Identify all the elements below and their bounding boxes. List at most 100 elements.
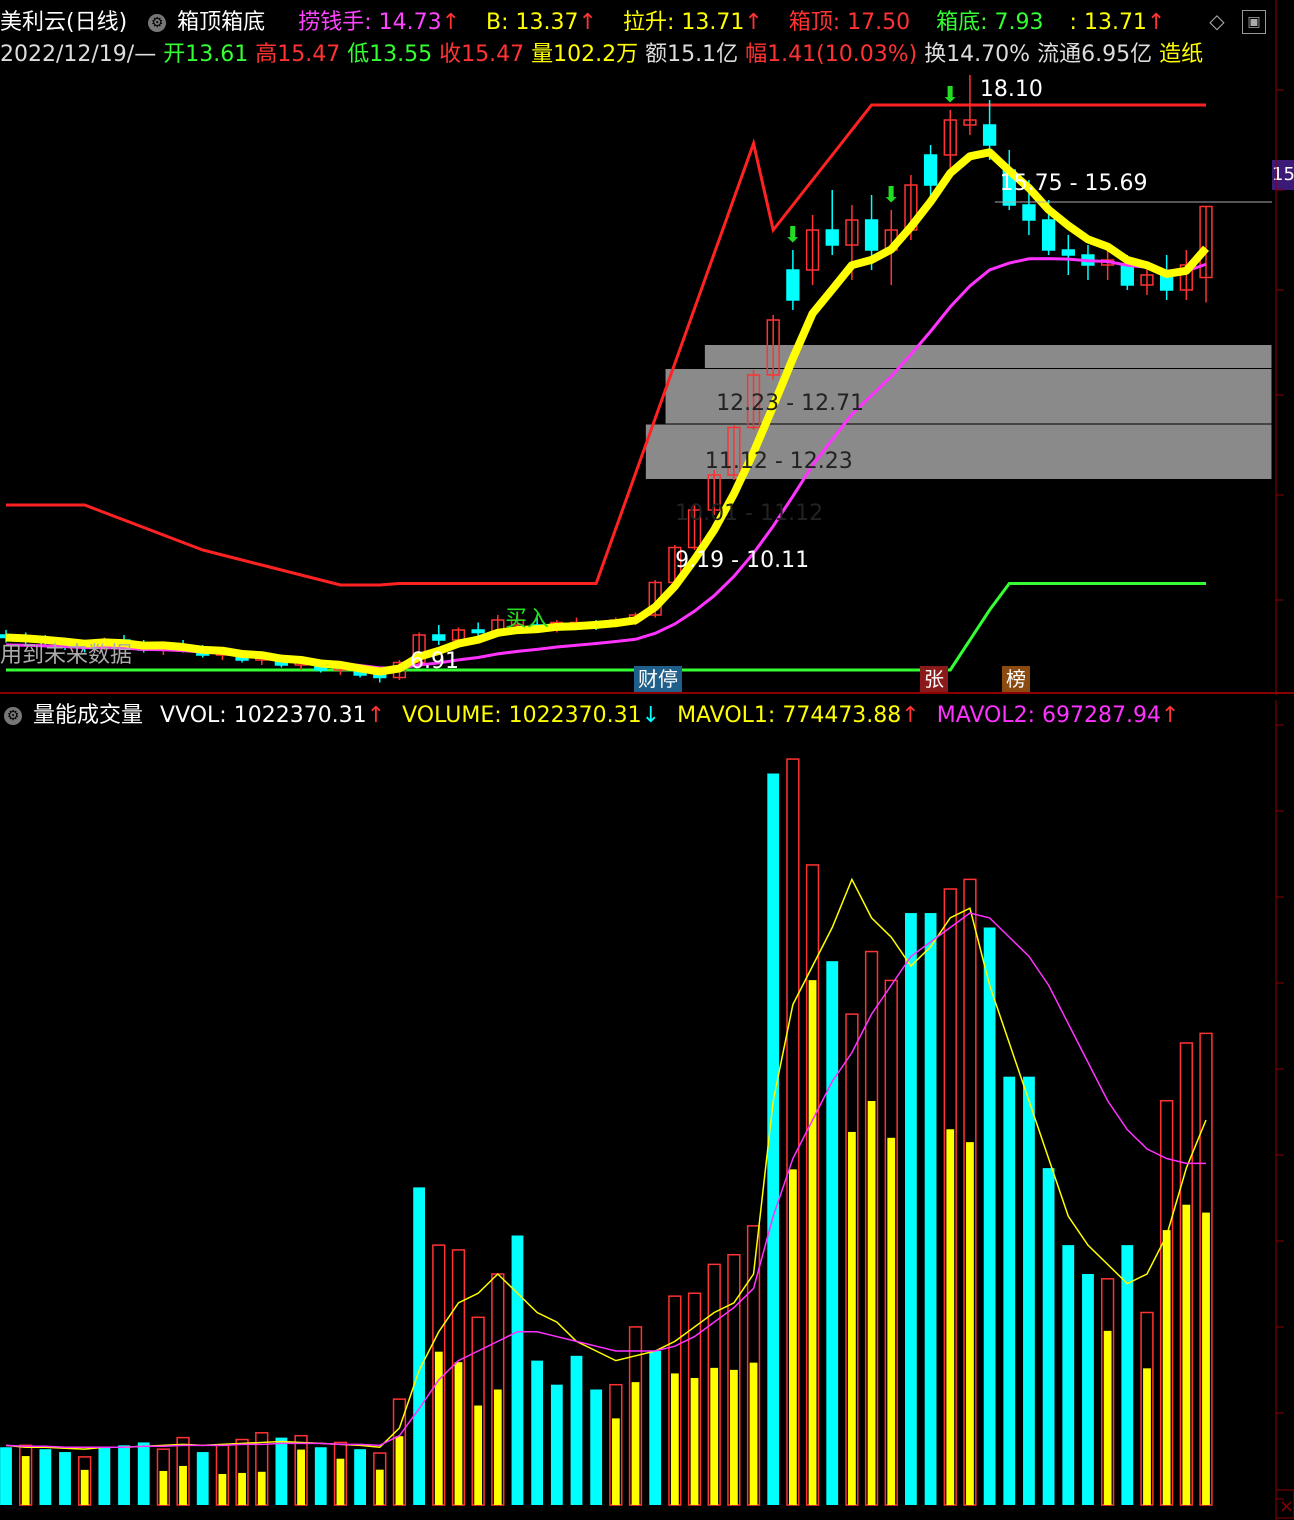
volume-bar-inner [1103, 1330, 1112, 1505]
volume-bar-up [668, 1295, 682, 1506]
volume-bar-down [590, 1389, 603, 1505]
volume-bar-inner [474, 1405, 483, 1505]
volume-bar-down [1062, 1245, 1075, 1505]
volume-bar-up [451, 1249, 466, 1506]
volume-settings-gear-icon[interactable]: ⚙ [4, 707, 22, 725]
volume-bar-down [570, 1355, 583, 1505]
volume-bar-inner [887, 1137, 896, 1505]
volume-bar-down [649, 1351, 662, 1505]
volume-bar-up [1100, 1278, 1115, 1506]
volume-bar-inner [808, 980, 817, 1505]
volume-bar-up [78, 1456, 92, 1506]
volume-bar-up [845, 1013, 859, 1506]
sell-signal-arrow-icon: ⬇ [784, 223, 802, 248]
volume-bar-inner [611, 1418, 620, 1505]
volume-bar-up [1140, 1311, 1154, 1506]
volume-bar-up [471, 1316, 485, 1506]
volume-bar-down [1082, 1274, 1094, 1505]
candle-body [786, 269, 800, 301]
volume-bar-inner [1162, 1230, 1171, 1505]
sell-signal-arrow-icon: ⬇ [941, 83, 959, 108]
zone2-label: 11.12 - 12.23 [705, 449, 853, 474]
volume-bar-down [924, 913, 937, 1505]
mavol2-line [5, 912, 1206, 1448]
volume-bar-down [905, 913, 917, 1505]
volume-bar-inner [690, 1377, 699, 1505]
volume-bars [0, 758, 1213, 1506]
volume-bar-inner [867, 1100, 876, 1505]
volume-value: VOLUME: 1022370.31↓ [402, 703, 660, 728]
volume-bar-down [1121, 1245, 1134, 1505]
volume-bar-up [491, 1273, 505, 1506]
volume-bar-up [687, 1292, 702, 1506]
candle-body [471, 629, 485, 634]
volume-bar-up [1160, 1100, 1174, 1506]
vvol-text: VVOL: 1022370.31 [160, 703, 367, 728]
volume-bar-inner [238, 1472, 246, 1505]
volume-bar-up [746, 1225, 761, 1506]
volume-bar-inner [454, 1362, 463, 1505]
range-label: 15.75 - 15.69 [1000, 171, 1148, 196]
volume-bar-up [432, 1244, 446, 1506]
volume-bar-up [963, 878, 977, 1506]
volume-bar-up [864, 950, 879, 1506]
volume-bar-up [333, 1441, 348, 1506]
mavol2-text: MAVOL2: 697287.94 [936, 703, 1161, 728]
volume-bar-inner [729, 1369, 738, 1505]
volume-bar-up [786, 758, 800, 1506]
up-arrow-icon: ↑ [366, 703, 386, 728]
volume-bar-inner [218, 1473, 227, 1505]
up-arrow-icon: ↑ [901, 703, 920, 728]
volume-bar-down [275, 1437, 288, 1505]
volume-bar-inner [1202, 1212, 1210, 1505]
volume-bar-inner [375, 1469, 384, 1505]
volume-bar-up [156, 1448, 171, 1506]
volume-bar-inner [21, 1456, 30, 1505]
volume-bar-inner [1143, 1368, 1151, 1505]
volume-bar-down [137, 1442, 150, 1505]
volume-bar-inner [257, 1471, 266, 1505]
volume-bar-up [943, 888, 957, 1506]
volume-bar-down [314, 1447, 327, 1505]
volume-bar-down [196, 1452, 209, 1505]
volume-bar-down [39, 1449, 52, 1505]
price-chart[interactable]: ⬇ ⬇ ⬇ 18.10 15.75 - 15.69 6.91 买入用到未来数据 12.23 -… [0, 0, 1294, 695]
volume-bar-inner [631, 1382, 640, 1505]
event-badge-suspend[interactable]: 财停 [634, 666, 682, 692]
volume-bar-down [767, 773, 780, 1505]
close-pane-x-icon: × [1279, 1496, 1294, 1517]
volume-bar-down [1003, 1076, 1016, 1505]
volume-bar-up [373, 1452, 387, 1506]
volume-bar-inner [749, 1362, 758, 1505]
volume-bar-inner [788, 1169, 797, 1505]
volume-bar-down [983, 927, 996, 1505]
event-badge-limit-up[interactable]: 张 [920, 666, 948, 692]
zone1-label: 12.23 - 12.71 [716, 391, 864, 416]
volume-bar-up [19, 1444, 33, 1506]
up-arrow-icon: ↑ [1160, 703, 1180, 728]
mavol1-value: MAVOL1: 774473.88↑ [677, 703, 920, 728]
volume-bar-inner [966, 1142, 974, 1505]
volume-bar-up [392, 1398, 407, 1506]
volume-indicator-name[interactable]: 量能成交量 [33, 697, 143, 729]
vvol-value: VVOL: 1022370.31↑ [160, 703, 385, 728]
volume-bar-inner [670, 1373, 679, 1505]
candle-body [1022, 204, 1036, 221]
volume-bar-down [826, 961, 839, 1505]
sell-signal-arrow-icon: ⬇ [882, 183, 900, 208]
volume-bar-up [805, 864, 820, 1506]
down-arrow-icon: ↓ [641, 703, 661, 728]
volume-bar-up [609, 1383, 623, 1506]
zone4-label: 9.19 - 10.11 [675, 548, 809, 573]
volume-bar-down [354, 1449, 366, 1505]
volume-bar-inner [848, 1131, 856, 1505]
mavol1-line [5, 877, 1207, 1450]
candle-body [1041, 219, 1056, 251]
volume-bar-inner [336, 1458, 345, 1505]
candle-body [825, 229, 839, 246]
event-badge-list[interactable]: 榜 [1002, 666, 1030, 692]
volume-bar-down [511, 1235, 524, 1505]
volume-bar-inner [395, 1436, 404, 1505]
volume-bar-inner [710, 1367, 719, 1505]
volume-bar-up [1179, 1042, 1193, 1506]
